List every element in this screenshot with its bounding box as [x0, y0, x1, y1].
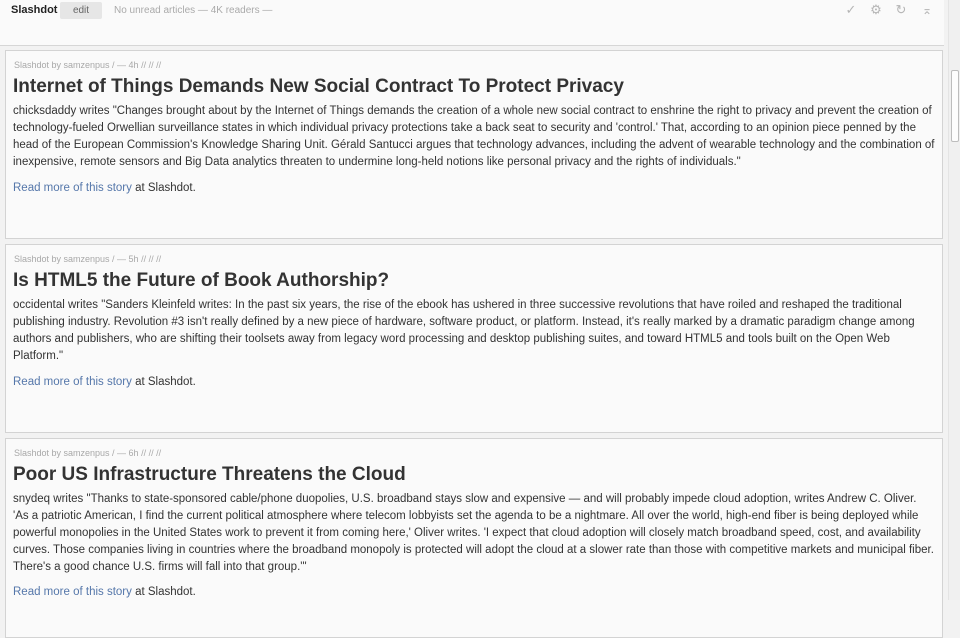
article-title[interactable]: Poor US Infrastructure Threatens the Clo…: [13, 464, 406, 486]
scrollbar[interactable]: [948, 0, 960, 600]
read-more-suffix: at Slashdot.: [131, 586, 196, 598]
scrollbar-thumb[interactable]: [951, 70, 959, 142]
read-more-link[interactable]: Read more of this story: [13, 586, 132, 598]
collapse-icon[interactable]: ⌅: [918, 1, 936, 19]
gear-icon[interactable]: ⚙: [867, 1, 885, 19]
article-body: snydeq writes "Thanks to state-sponsored…: [13, 493, 934, 573]
read-more-line: Read more of this story at Slashdot.: [13, 376, 196, 388]
article-meta: Slashdot by samzenpus / — 5h // // //: [14, 254, 162, 264]
read-more-line: Read more of this story at Slashdot.: [13, 182, 196, 194]
article-meta: Slashdot by samzenpus / — 6h // // //: [14, 448, 162, 458]
read-more-link[interactable]: Read more of this story: [13, 376, 132, 388]
read-more-suffix: at Slashdot.: [131, 376, 196, 388]
read-more-link[interactable]: Read more of this story: [13, 182, 132, 194]
article-card[interactable]: Slashdot by samzenpus / — 5h // // // Is…: [5, 244, 943, 433]
article-meta: Slashdot by samzenpus / — 4h // // //: [14, 60, 162, 70]
article-card[interactable]: Slashdot by samzenpus / — 4h // // // In…: [5, 50, 943, 239]
article-body: chicksdaddy writes "Changes brought abou…: [13, 105, 935, 168]
read-more-suffix: at Slashdot.: [131, 182, 196, 194]
refresh-icon[interactable]: ↻: [892, 1, 910, 19]
article-body: occidental writes "Sanders Kleinfeld wri…: [13, 299, 915, 362]
feed-title[interactable]: Slashdot: [11, 4, 57, 16]
feed-status: No unread articles — 4K readers —: [114, 5, 273, 16]
article-card[interactable]: Slashdot by samzenpus / — 6h // // // Po…: [5, 438, 943, 638]
edit-button[interactable]: edit: [60, 2, 102, 19]
article-title[interactable]: Is HTML5 the Future of Book Authorship?: [13, 270, 389, 292]
feed-header: Slashdot edit No unread articles — 4K re…: [0, 0, 944, 46]
article-title[interactable]: Internet of Things Demands New Social Co…: [13, 76, 624, 98]
check-icon[interactable]: ✓: [842, 1, 860, 19]
read-more-line: Read more of this story at Slashdot.: [13, 586, 196, 598]
